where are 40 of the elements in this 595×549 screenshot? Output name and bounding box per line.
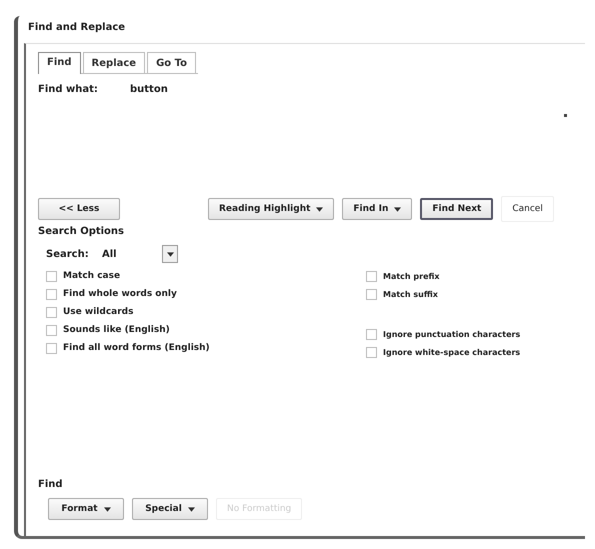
section-label: Search Options bbox=[38, 226, 126, 237]
checkbox[interactable] bbox=[366, 328, 377, 340]
button[interactable]: Find In bbox=[342, 198, 412, 220]
caret-icon bbox=[394, 206, 402, 212]
checkbox[interactable] bbox=[46, 270, 57, 282]
checkbox[interactable] bbox=[366, 346, 377, 358]
checkbox[interactable] bbox=[366, 270, 377, 282]
checkbox[interactable] bbox=[46, 306, 57, 318]
option-label: Ignore punctuation characters bbox=[383, 330, 520, 338]
option-label: Find whole words only bbox=[63, 289, 177, 299]
section-label: Find bbox=[38, 479, 64, 490]
button[interactable]: Special bbox=[132, 498, 208, 520]
button[interactable]: Cancel bbox=[501, 196, 554, 222]
checkbox[interactable] bbox=[366, 288, 377, 300]
field-label: Find what: bbox=[38, 83, 99, 95]
option-label: Use wildcards bbox=[63, 307, 134, 317]
option-label: Match prefix bbox=[383, 272, 440, 280]
search-dropdown[interactable]: All bbox=[102, 245, 178, 263]
checkbox[interactable] bbox=[46, 288, 57, 300]
button[interactable]: Format bbox=[48, 498, 124, 520]
checkbox[interactable] bbox=[46, 342, 57, 354]
button[interactable]: << Less bbox=[38, 198, 120, 220]
field-label: Search: bbox=[46, 248, 90, 260]
option-label: Ignore white-space characters bbox=[383, 348, 520, 356]
caret-icon bbox=[316, 206, 324, 212]
caret-icon bbox=[188, 506, 195, 512]
option-label: Sounds like (English) bbox=[63, 325, 170, 335]
checkbox[interactable] bbox=[46, 324, 57, 336]
find-field[interactable]: button bbox=[126, 82, 571, 146]
caret-icon bbox=[166, 252, 174, 256]
tab[interactable]: Find bbox=[38, 52, 81, 74]
button[interactable]: Reading Highlight bbox=[208, 198, 334, 220]
tab[interactable]: Go To bbox=[147, 52, 196, 73]
tab[interactable]: Replace bbox=[82, 52, 146, 73]
window-title: Find and Replace bbox=[27, 21, 126, 35]
caret-icon bbox=[104, 506, 111, 512]
option-label: Match case bbox=[63, 271, 120, 281]
button[interactable]: Find Next bbox=[420, 198, 494, 220]
option-label: Match suffix bbox=[383, 290, 438, 298]
option-label: Find all word forms (English) bbox=[63, 343, 210, 353]
